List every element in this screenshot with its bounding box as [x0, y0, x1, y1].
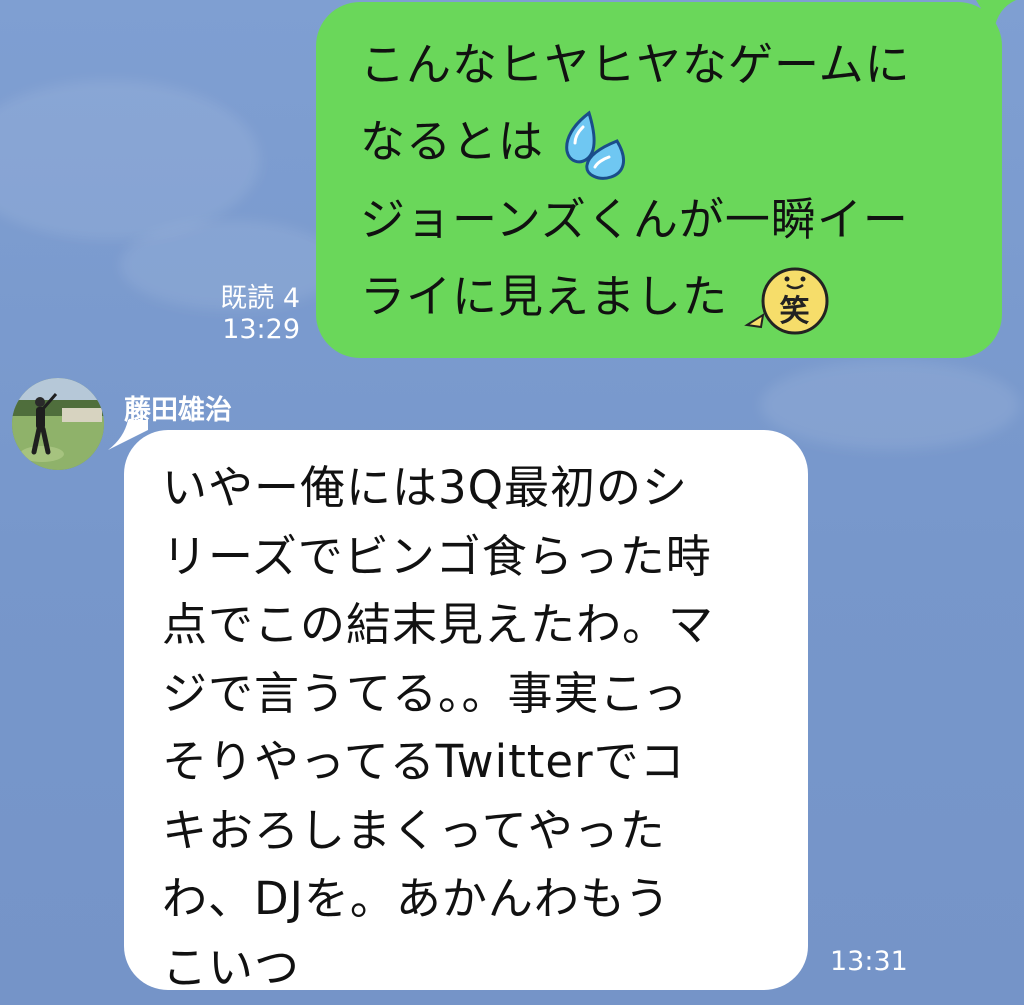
message-line: そりやってるTwitterでコ: [162, 735, 686, 788]
message-line: ライに見えました: [360, 270, 729, 323]
message-line-with-emoji: なるとは: [360, 103, 982, 181]
incoming-message-bubble[interactable]: いやー俺には3Q最初のシ リーズでビンゴ食らった時 点でこの結末見えたわ。マ ジ…: [124, 430, 808, 994]
chat-area[interactable]: こんなヒヤヒヤなゲームに なるとは ジョーンズくんが一瞬イー ライに見えました …: [0, 0, 1024, 1005]
sweat-drops-icon: [565, 110, 626, 180]
message-line-with-emoji: ライに見えました 笑: [360, 258, 982, 335]
laugh-face-icon: 笑: [744, 267, 829, 335]
avatar[interactable]: [12, 378, 104, 470]
message-line: こんなヒヤヒヤなゲームに: [360, 38, 911, 91]
incoming-timestamp: 13:31: [830, 946, 908, 977]
avatar-photo: [12, 378, 104, 470]
message-line: ジで言うてる。。事実こっ: [162, 666, 689, 720]
outgoing-message-bubble[interactable]: こんなヒヤヒヤなゲームに なるとは ジョーンズくんが一瞬イー ライに見えました …: [316, 2, 1002, 358]
message-line: なるとは: [360, 115, 545, 168]
message-line: ジョーンズくんが一瞬イー: [360, 193, 909, 246]
message-line: キおろしまくってやった: [162, 803, 666, 857]
background-cloud: [760, 360, 1020, 450]
message-line: わ、DJを。あかんわもう: [162, 872, 671, 925]
read-status: 既読 4: [220, 283, 300, 314]
outgoing-timestamp: 13:29: [222, 314, 300, 345]
background-cloud: [0, 80, 260, 240]
message-line: こいつ: [162, 940, 301, 994]
message-line: リーズでビンゴ食らった時: [162, 529, 712, 583]
laugh-char: 笑: [780, 294, 811, 329]
message-line: いやー俺には3Q最初のシ: [162, 461, 689, 514]
message-line: 点でこの結末見えたわ。マ: [162, 598, 715, 651]
